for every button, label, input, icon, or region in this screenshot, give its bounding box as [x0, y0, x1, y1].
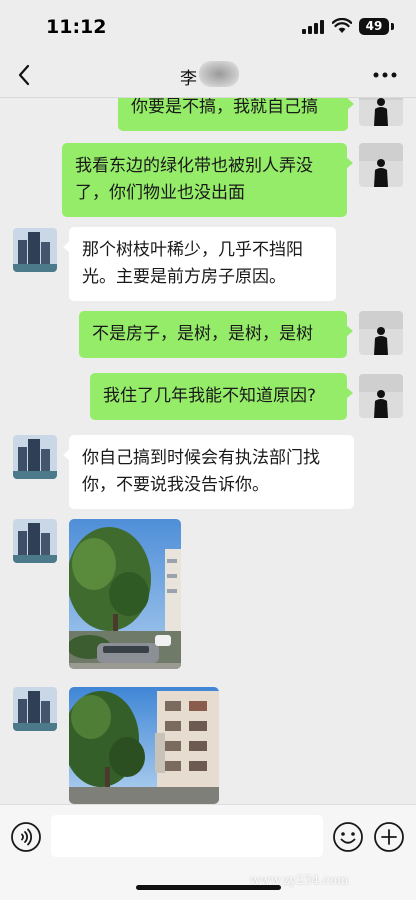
message-bubble-sent[interactable]: 不是房子，是树，是树，是树 — [79, 311, 353, 358]
contact-avatar[interactable] — [13, 435, 57, 479]
contact-avatar[interactable] — [13, 519, 57, 563]
message-text-input[interactable] — [51, 815, 323, 857]
message-bubble-sent[interactable]: 我看东边的绿化带也被别人弄没了，你们物业也没出面 — [62, 143, 353, 217]
chat-title: 李 — [180, 69, 197, 89]
message-bubble-received[interactable]: 你自己搞到时候会有执法部门找你，不要说我没告诉你。 — [63, 435, 354, 509]
my-avatar[interactable] — [359, 98, 403, 126]
voice-input-icon[interactable] — [10, 821, 42, 853]
message-bubble-sent[interactable]: 你要是不搞，我就自己搞 — [118, 98, 354, 131]
back-arrow-icon[interactable] — [14, 62, 34, 88]
my-avatar[interactable] — [359, 311, 403, 355]
wifi-icon — [332, 18, 352, 33]
tree-photo-image[interactable] — [69, 519, 181, 669]
cellular-signal-icon — [302, 20, 324, 34]
message-bubble-received[interactable]: 那个树枝叶稀少，几乎不挡阳光。主要是前方房子原因。 — [63, 227, 336, 301]
status-time: 11:12 — [46, 16, 107, 38]
my-avatar[interactable] — [359, 374, 403, 418]
message-bubble-sent[interactable]: 我住了几年我能不知道原因? — [90, 373, 353, 420]
home-indicator[interactable] — [136, 885, 281, 890]
more-options-icon[interactable] — [373, 72, 397, 78]
contact-avatar[interactable] — [13, 687, 57, 731]
status-bar: 11:12 49 — [0, 0, 416, 52]
more-functions-plus-icon[interactable] — [373, 821, 405, 853]
battery-indicator: 49 — [359, 18, 389, 35]
chat-header: 李 — [0, 52, 416, 98]
redacted-name-blur — [199, 61, 239, 87]
battery-cap — [391, 23, 394, 30]
emoji-icon[interactable] — [332, 821, 364, 853]
my-avatar[interactable] — [359, 143, 403, 187]
building-photo-image[interactable] — [69, 687, 219, 804]
message-list[interactable]: 你要是不搞，我就自己搞 我看东边的绿化带也被别人弄没了，你们物业也没出面 那个树… — [0, 98, 416, 804]
contact-avatar[interactable] — [13, 228, 57, 272]
